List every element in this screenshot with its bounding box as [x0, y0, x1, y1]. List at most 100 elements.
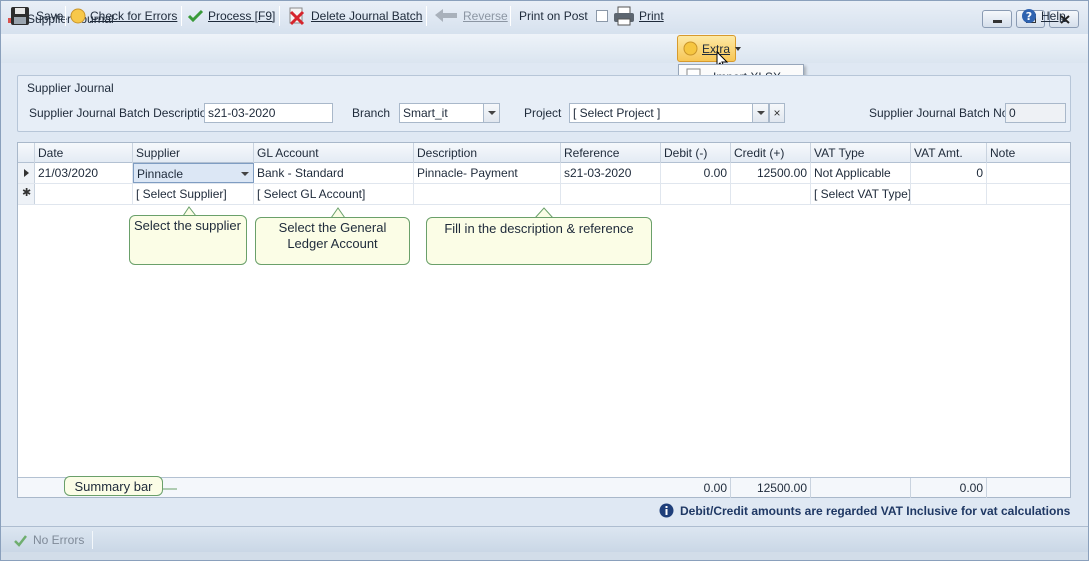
callout-select-gl-account: Select the General Ledger Account	[255, 217, 410, 265]
toolbar	[1, 34, 1088, 63]
save-icon	[11, 7, 29, 25]
summary-credit: 12500.00	[731, 478, 811, 498]
process-label: Process [F9]	[208, 9, 276, 23]
callout-select-supplier: Select the supplier	[129, 215, 247, 265]
project-value: [ Select Project ]	[573, 106, 661, 120]
status-errors: No Errors	[13, 533, 84, 547]
project-dropdown-icon[interactable]	[752, 104, 768, 122]
cell-gl-account[interactable]: Bank - Standard	[254, 163, 414, 183]
toolbar-separator	[65, 6, 66, 26]
cell-description[interactable]: Pinnacle- Payment	[414, 163, 561, 183]
new-row-asterisk-icon: ✱	[22, 187, 32, 199]
reverse-label: Reverse	[463, 9, 508, 23]
save-button[interactable]: Save	[10, 4, 63, 28]
column-header-vat-type[interactable]: VAT Type	[811, 143, 911, 163]
row-selector-header	[18, 143, 35, 163]
new-row[interactable]: ✱ [ Select Supplier] [ Select GL Account…	[18, 184, 1070, 205]
check-errors-button[interactable]: Check for Errors	[70, 4, 177, 28]
chevron-down-icon	[735, 46, 742, 51]
cell-note[interactable]	[987, 163, 1070, 183]
help-icon: ?	[1022, 9, 1036, 23]
window-bottom-edge	[1, 552, 1088, 560]
cell-supplier-value: Pinnacle	[137, 167, 184, 181]
new-cell-supplier[interactable]: [ Select Supplier]	[133, 184, 254, 204]
branch-dropdown-icon[interactable]	[483, 104, 499, 122]
cell-credit[interactable]: 12500.00	[731, 163, 811, 183]
new-cell-gl-account[interactable]: [ Select GL Account]	[254, 184, 414, 204]
column-header-supplier[interactable]: Supplier	[133, 143, 254, 163]
cell-vat-type[interactable]: Not Applicable	[811, 163, 911, 183]
summary-vat-amt: 0.00	[911, 478, 987, 498]
column-header-description[interactable]: Description	[414, 143, 561, 163]
project-label: Project	[524, 106, 562, 120]
print-on-post-toggle[interactable]: Print on Post	[519, 4, 608, 28]
table-row[interactable]: 21/03/2020 Pinnacle Bank - Standard Pinn…	[18, 163, 1070, 184]
new-cell-date[interactable]	[35, 184, 133, 204]
journal-grid: Date Supplier GL Account Description Ref…	[17, 142, 1071, 498]
new-cell-vat-amt[interactable]	[911, 184, 987, 204]
cell-debit[interactable]: 0.00	[661, 163, 731, 183]
process-button[interactable]: Process [F9]	[187, 4, 275, 28]
row-selector[interactable]	[18, 163, 35, 183]
check-errors-icon	[70, 8, 86, 24]
column-header-vat-amt[interactable]: VAT Amt.	[911, 143, 987, 163]
check-errors-label: Check for Errors	[90, 9, 178, 23]
vat-info-text: Debit/Credit amounts are regarded VAT In…	[680, 503, 1071, 518]
printer-icon	[614, 6, 634, 26]
checkmark-icon	[187, 9, 204, 23]
minimize-icon	[993, 20, 1002, 23]
column-header-reference[interactable]: Reference	[561, 143, 661, 163]
cell-vat-amt[interactable]: 0	[911, 163, 987, 183]
new-row-selector[interactable]: ✱	[18, 184, 35, 204]
column-header-debit[interactable]: Debit (-)	[661, 143, 731, 163]
delete-icon	[289, 7, 305, 26]
grid-header: Date Supplier GL Account Description Ref…	[18, 143, 1070, 163]
column-header-credit[interactable]: Credit (+)	[731, 143, 811, 163]
batch-description-input[interactable]: s21-03-2020	[204, 103, 333, 123]
delete-journal-batch-button[interactable]: Delete Journal Batch	[287, 4, 422, 28]
branch-label: Branch	[352, 106, 391, 120]
project-select[interactable]: [ Select Project ]	[569, 103, 769, 123]
new-cell-credit[interactable]	[731, 184, 811, 204]
journal-header-group: Supplier Journal	[17, 75, 1071, 132]
help-button[interactable]: ? Help	[1021, 4, 1066, 28]
new-cell-reference[interactable]	[561, 184, 661, 204]
batch-no-field: 0	[1005, 103, 1066, 123]
cell-reference[interactable]: s21-03-2020	[561, 163, 661, 183]
new-cell-note[interactable]	[987, 184, 1070, 204]
callout-summary-bar: Summary bar	[64, 476, 163, 496]
status-errors-text: No Errors	[33, 533, 85, 547]
toolbar-separator	[426, 6, 427, 26]
supplier-dropdown-icon[interactable]	[241, 172, 249, 176]
svg-text:?: ?	[1026, 10, 1032, 23]
current-row-arrow-icon	[24, 169, 29, 177]
column-header-date[interactable]: Date	[35, 143, 133, 163]
new-cell-debit[interactable]	[661, 184, 731, 204]
info-icon	[659, 503, 674, 518]
save-label: Save	[36, 9, 64, 23]
column-header-gl-account[interactable]: GL Account	[254, 143, 414, 163]
branch-value: Smart_it	[403, 106, 448, 120]
new-cell-description[interactable]	[414, 184, 561, 204]
summary-debit: 0.00	[661, 478, 731, 498]
clear-project-button[interactable]: ×	[769, 103, 785, 123]
print-on-post-checkbox[interactable]	[595, 10, 608, 22]
new-cell-vat-type[interactable]: [ Select VAT Type]	[811, 184, 911, 204]
batch-no-label: Supplier Journal Batch No.	[869, 106, 1012, 120]
delete-journal-batch-label: Delete Journal Batch	[311, 9, 423, 23]
help-label: Help	[1041, 9, 1066, 23]
branch-select[interactable]: Smart_it	[399, 103, 500, 123]
checkmark-icon	[14, 534, 27, 547]
batch-description-label: Supplier Journal Batch Description:	[29, 106, 217, 120]
toolbar-separator	[279, 6, 280, 26]
cell-date[interactable]: 21/03/2020	[35, 163, 133, 183]
status-separator	[92, 531, 93, 549]
print-label: Print	[639, 9, 664, 23]
column-header-note[interactable]: Note	[987, 143, 1070, 163]
reverse-button[interactable]: Reverse	[433, 4, 508, 28]
cell-supplier[interactable]: Pinnacle	[133, 163, 254, 183]
summary-vat-type	[811, 478, 911, 498]
minimize-button[interactable]	[982, 10, 1012, 28]
summary-bar: 0.00 12500.00 0.00	[18, 477, 1070, 498]
print-button[interactable]: Print	[613, 4, 664, 28]
